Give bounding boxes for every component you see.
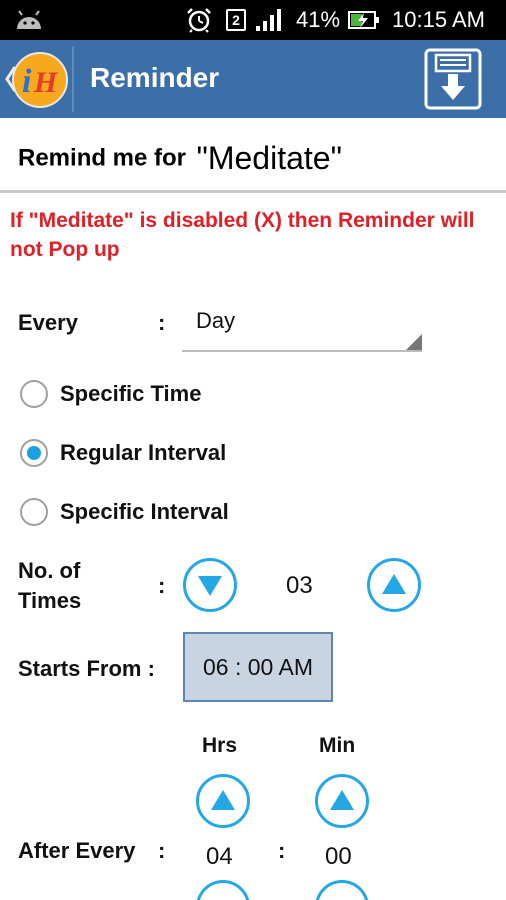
every-dropdown-value: Day: [196, 308, 236, 333]
dropdown-underline: [182, 350, 422, 352]
triangle-up-icon: [211, 790, 235, 810]
radio-specific-interval[interactable]: [20, 498, 48, 526]
task-name: "Meditate": [196, 140, 342, 176]
hrs-min-separator: :: [278, 838, 286, 863]
radio-regular-interval-label[interactable]: Regular Interval: [60, 440, 226, 466]
hrs-value: 04: [206, 843, 233, 870]
after-every-label: After Every: [18, 838, 136, 863]
times-decrement-button[interactable]: [183, 558, 237, 612]
min-increment-button[interactable]: [315, 774, 369, 828]
android-icon: [17, 10, 41, 29]
start-time-value: 06 : 00 AM: [203, 654, 313, 680]
triangle-up-icon: [382, 574, 406, 594]
hrs-increment-button[interactable]: [196, 774, 250, 828]
reminder-heading: Remind me for "Meditate": [18, 140, 342, 177]
triangle-up-icon: [330, 790, 354, 810]
ih-logo-icon: i H: [22, 63, 59, 100]
sim-icon: 2: [226, 9, 246, 31]
svg-text:i: i: [22, 63, 32, 100]
hrs-label: Hrs: [202, 734, 238, 757]
app-bar: i H Reminder: [0, 40, 506, 118]
radio-regular-interval[interactable]: [20, 439, 48, 467]
battery-percent: 41%: [296, 7, 341, 32]
app-bar-divider: [72, 46, 74, 112]
min-value: 00: [325, 843, 352, 870]
times-label-line1: No. of: [18, 558, 81, 583]
warning-text: If "Meditate" is disabled (X) then Remin…: [10, 209, 475, 261]
hrs-decrement-button[interactable]: [196, 880, 250, 900]
radio-specific-time[interactable]: [20, 380, 48, 408]
times-increment-button[interactable]: [367, 558, 421, 612]
times-colon: :: [158, 573, 166, 598]
battery-charging-icon: [348, 11, 379, 29]
after-every-colon: :: [158, 838, 166, 863]
radio-specific-time-label[interactable]: Specific Time: [60, 381, 201, 407]
signal-icon: [256, 9, 281, 31]
remind-prefix: Remind me for: [18, 144, 187, 172]
save-download-icon[interactable]: [424, 48, 482, 110]
dropdown-arrow-icon: [406, 334, 422, 350]
times-label-line2: Times: [18, 588, 82, 613]
alarm-clock-icon: [187, 8, 211, 33]
triangle-down-icon: [198, 576, 222, 596]
radio-specific-interval-label[interactable]: Specific Interval: [60, 499, 229, 525]
start-time-field[interactable]: 06 : 00 AM: [183, 632, 333, 702]
min-decrement-button[interactable]: [315, 880, 369, 900]
every-label: Every: [18, 310, 78, 335]
starts-from-label: Starts From :: [18, 656, 155, 681]
app-logo[interactable]: i H: [12, 52, 68, 108]
times-value: 03: [286, 572, 313, 599]
header-divider: [0, 190, 506, 193]
every-dropdown[interactable]: Day: [182, 304, 422, 352]
clock: 10:15 AM: [392, 7, 485, 32]
every-colon: :: [158, 310, 166, 335]
min-label: Min: [319, 734, 356, 757]
status-bar: 2 41% 10:15 AM: [0, 0, 506, 40]
svg-text:H: H: [33, 66, 59, 99]
page-title: Reminder: [90, 62, 220, 93]
